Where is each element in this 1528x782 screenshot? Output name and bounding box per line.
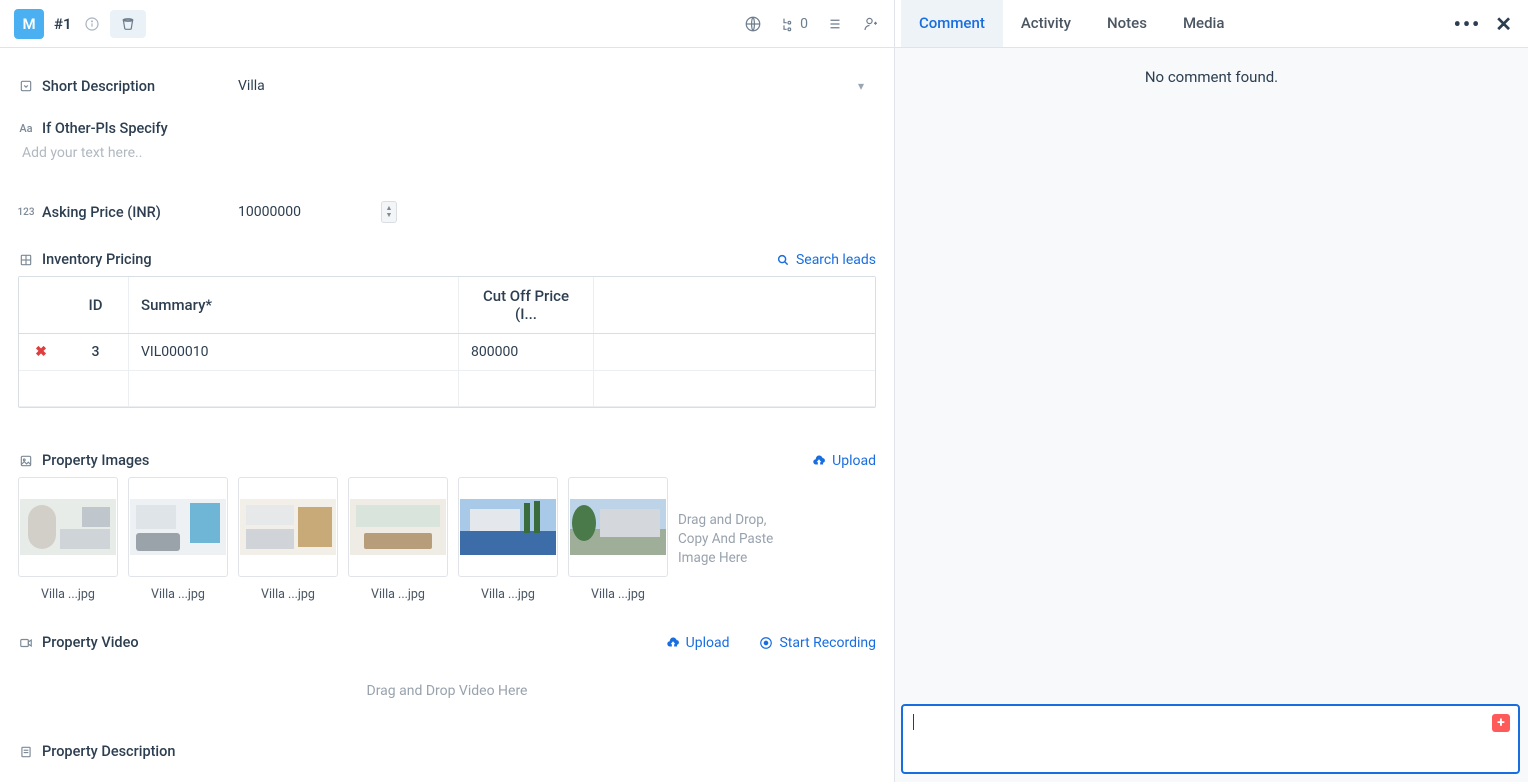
delete-row-icon[interactable]: ✖ [35, 344, 47, 360]
text-icon: Aa [18, 122, 34, 135]
globe-icon[interactable] [744, 15, 762, 33]
table-header: ID Summary* Cut Off Price (I... [19, 277, 875, 334]
field-property-description: Property Description [18, 723, 876, 774]
section-inventory-pricing: Inventory Pricing Search leads [18, 237, 876, 276]
cell-summary: VIL000010 [129, 334, 459, 370]
thumb-filename: Villa ...jpg [261, 587, 315, 602]
comment-input[interactable]: + [901, 704, 1520, 774]
assign-user-icon[interactable] [862, 15, 880, 33]
cell-id: 3 [63, 334, 129, 370]
table-row-empty[interactable] [19, 371, 875, 407]
table-icon [18, 253, 34, 267]
field-label-text: Asking Price (INR) [42, 204, 161, 221]
image-thumb[interactable]: Villa ...jpg [348, 477, 448, 602]
image-icon [18, 454, 34, 468]
record-text: Start Recording [779, 635, 876, 651]
avatar: M [14, 9, 44, 39]
info-icon[interactable] [82, 16, 102, 32]
empty-state-text: No comment found. [895, 48, 1528, 106]
field-label-text: Short Description [42, 78, 155, 95]
thumb-filename: Villa ...jpg [481, 587, 535, 602]
field-asking-price: 123 Asking Price (INR) 10000000 ▲▼ [18, 187, 876, 237]
chevron-down-icon: ▾ [858, 79, 864, 93]
section-property-video: Property Video Upload Start Recording [18, 620, 876, 659]
more-icon[interactable]: ••• [1454, 12, 1482, 36]
subtasks-count-value: 0 [800, 16, 808, 32]
side-body: No comment found. + [895, 48, 1528, 782]
asking-price-value: 10000000 [238, 204, 301, 220]
side-panel: Comment Activity Notes Media ••• ✕ No co… [895, 0, 1528, 782]
upload-text: Upload [832, 453, 876, 469]
section-property-images: Property Images Upload [18, 438, 876, 477]
section-label: Inventory Pricing [42, 251, 152, 268]
field-short-description: Short Description Villa ▾ [18, 60, 876, 112]
upload-video-link[interactable]: Upload [666, 635, 730, 651]
col-cutoff: Cut Off Price (I... [459, 277, 594, 333]
description-icon [18, 745, 34, 759]
cell-cutoff: 800000 [459, 334, 594, 370]
tab-comment[interactable]: Comment [901, 0, 1003, 47]
section-label: Property Images [42, 452, 149, 469]
col-id: ID [63, 277, 129, 333]
thumb-filename: Villa ...jpg [591, 587, 645, 602]
main-panel: M #1 0 [0, 0, 895, 782]
thumb-filename: Villa ...jpg [41, 587, 95, 602]
search-leads-text: Search leads [796, 252, 876, 268]
pricing-table: ID Summary* Cut Off Price (I... ✖ 3 VIL0… [18, 276, 876, 408]
image-drop-hint[interactable]: Drag and Drop, Copy And Paste Image Here [678, 477, 788, 602]
tab-media[interactable]: Media [1165, 0, 1243, 47]
video-drop-zone[interactable]: Drag and Drop Video Here [18, 659, 876, 723]
image-thumb[interactable]: Villa ...jpg [128, 477, 228, 602]
start-recording-link[interactable]: Start Recording [759, 635, 876, 651]
tab-activity[interactable]: Activity [1003, 0, 1089, 47]
record-id: #1 [54, 15, 72, 33]
tab-notes[interactable]: Notes [1089, 0, 1165, 47]
asking-price-input[interactable]: 10000000 ▲▼ [238, 201, 397, 223]
image-thumb[interactable]: Villa ...jpg [568, 477, 668, 602]
field-label-text: If Other-Pls Specify [42, 120, 168, 137]
filter-pill[interactable] [110, 10, 146, 38]
image-thumbnails: Villa ...jpg Villa ...jpg Villa ...jpg V… [18, 477, 876, 602]
number-spinner[interactable]: ▲▼ [381, 201, 397, 223]
thumb-filename: Villa ...jpg [371, 587, 425, 602]
table-row[interactable]: ✖ 3 VIL000010 800000 [19, 334, 875, 371]
field-label-text: Property Description [42, 743, 175, 760]
image-thumb[interactable]: Villa ...jpg [238, 477, 338, 602]
other-specify-input[interactable]: Add your text here.. [18, 139, 876, 167]
field-other-specify: Aa If Other-Pls Specify [18, 120, 238, 137]
image-thumb[interactable]: Villa ...jpg [18, 477, 118, 602]
short-description-value: Villa [238, 78, 265, 94]
add-comment-button[interactable]: + [1492, 714, 1510, 732]
bucket-icon [120, 16, 136, 32]
subtasks-count[interactable]: 0 [780, 16, 808, 32]
side-tabs: Comment Activity Notes Media ••• ✕ [895, 0, 1528, 48]
form-body: Short Description Villa ▾ Aa If Other-Pl… [0, 48, 894, 782]
section-label: Property Video [42, 634, 139, 651]
thumb-filename: Villa ...jpg [151, 587, 205, 602]
dropdown-icon [18, 79, 34, 93]
short-description-select[interactable]: Villa ▾ [238, 74, 876, 98]
search-leads-link[interactable]: Search leads [776, 252, 876, 268]
list-icon[interactable] [826, 15, 844, 33]
video-icon [18, 636, 34, 650]
topbar: M #1 0 [0, 0, 894, 48]
number-icon: 123 [18, 207, 34, 218]
upload-text: Upload [686, 635, 730, 651]
image-thumb[interactable]: Villa ...jpg [458, 477, 558, 602]
close-icon[interactable]: ✕ [1495, 12, 1512, 36]
upload-images-link[interactable]: Upload [812, 453, 876, 469]
col-summary: Summary* [129, 277, 459, 333]
